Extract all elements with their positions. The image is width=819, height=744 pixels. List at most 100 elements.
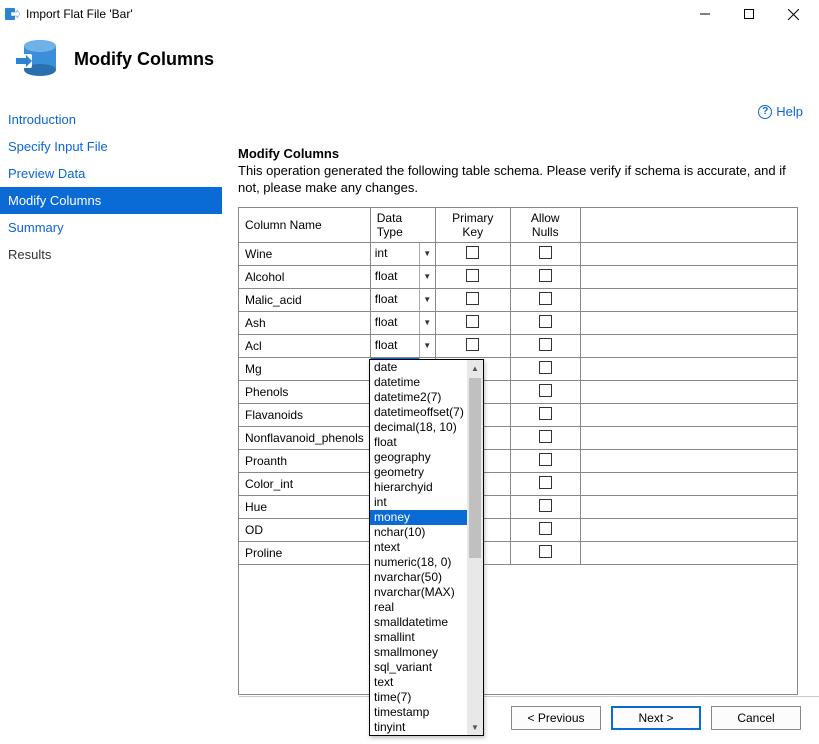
cell-column-name[interactable]: Wine xyxy=(239,242,371,265)
previous-button[interactable]: < Previous xyxy=(511,706,601,730)
dropdown-option[interactable]: datetime xyxy=(370,375,467,390)
cell-primary-key[interactable] xyxy=(435,311,510,334)
checkbox[interactable] xyxy=(539,499,552,512)
checkbox[interactable] xyxy=(539,246,552,259)
checkbox[interactable] xyxy=(466,292,479,305)
cell-primary-key[interactable] xyxy=(435,265,510,288)
close-button[interactable] xyxy=(771,0,815,28)
dropdown-option[interactable]: time(7) xyxy=(370,690,467,705)
checkbox[interactable] xyxy=(466,269,479,282)
dropdown-option[interactable]: smalldatetime xyxy=(370,615,467,630)
dropdown-option[interactable]: timestamp xyxy=(370,705,467,720)
scroll-up-arrow[interactable]: ▲ xyxy=(467,360,483,376)
cell-allow-nulls[interactable] xyxy=(510,403,580,426)
checkbox[interactable] xyxy=(539,315,552,328)
dropdown-option[interactable]: int xyxy=(370,495,467,510)
cell-allow-nulls[interactable] xyxy=(510,242,580,265)
cell-column-name[interactable]: Ash xyxy=(239,311,371,334)
checkbox[interactable] xyxy=(539,269,552,282)
dropdown-option[interactable]: tinyint xyxy=(370,720,467,735)
cell-allow-nulls[interactable] xyxy=(510,288,580,311)
cell-data-type[interactable]: int▼ xyxy=(370,242,435,265)
dropdown-option[interactable]: float xyxy=(370,435,467,450)
dropdown-option[interactable]: text xyxy=(370,675,467,690)
dropdown-option[interactable]: money xyxy=(370,510,467,525)
cell-primary-key[interactable] xyxy=(435,288,510,311)
cell-allow-nulls[interactable] xyxy=(510,449,580,472)
sidebar-item-modify-columns[interactable]: Modify Columns xyxy=(0,187,222,214)
cell-column-name[interactable]: Phenols xyxy=(239,380,371,403)
cancel-button[interactable]: Cancel xyxy=(711,706,801,730)
scroll-down-arrow[interactable]: ▼ xyxy=(467,719,483,735)
sidebar-item-results[interactable]: Results xyxy=(0,241,222,268)
checkbox[interactable] xyxy=(466,338,479,351)
checkbox[interactable] xyxy=(539,338,552,351)
cell-allow-nulls[interactable] xyxy=(510,541,580,564)
dropdown-arrow-icon[interactable]: ▼ xyxy=(419,335,435,357)
maximize-button[interactable] xyxy=(727,0,771,28)
cell-allow-nulls[interactable] xyxy=(510,426,580,449)
checkbox[interactable] xyxy=(539,522,552,535)
checkbox[interactable] xyxy=(539,384,552,397)
cell-allow-nulls[interactable] xyxy=(510,518,580,541)
cell-column-name[interactable]: Alcohol xyxy=(239,265,371,288)
dropdown-option[interactable]: sql_variant xyxy=(370,660,467,675)
cell-allow-nulls[interactable] xyxy=(510,265,580,288)
checkbox[interactable] xyxy=(539,476,552,489)
sidebar-item-specify-input-file[interactable]: Specify Input File xyxy=(0,133,222,160)
dropdown-option[interactable]: nchar(10) xyxy=(370,525,467,540)
cell-allow-nulls[interactable] xyxy=(510,357,580,380)
cell-column-name[interactable]: Color_int xyxy=(239,472,371,495)
dropdown-option[interactable]: hierarchyid xyxy=(370,480,467,495)
scroll-thumb[interactable] xyxy=(469,378,481,558)
cell-data-type[interactable]: float▼ xyxy=(370,288,435,311)
dropdown-option[interactable]: numeric(18, 0) xyxy=(370,555,467,570)
checkbox[interactable] xyxy=(539,361,552,374)
next-button[interactable]: Next > xyxy=(611,706,701,730)
dropdown-option[interactable]: date xyxy=(370,360,467,375)
checkbox[interactable] xyxy=(539,453,552,466)
cell-allow-nulls[interactable] xyxy=(510,380,580,403)
dropdown-option[interactable]: ntext xyxy=(370,540,467,555)
cell-column-name[interactable]: Proline xyxy=(239,541,371,564)
dropdown-arrow-icon[interactable]: ▼ xyxy=(419,243,435,265)
dropdown-option[interactable]: datetime2(7) xyxy=(370,390,467,405)
checkbox[interactable] xyxy=(466,246,479,259)
datatype-dropdown[interactable]: datedatetimedatetime2(7)datetimeoffset(7… xyxy=(369,359,484,736)
dropdown-option[interactable]: nvarchar(50) xyxy=(370,570,467,585)
checkbox[interactable] xyxy=(539,430,552,443)
dropdown-arrow-icon[interactable]: ▼ xyxy=(419,266,435,288)
cell-primary-key[interactable] xyxy=(435,334,510,357)
cell-column-name[interactable]: Flavanoids xyxy=(239,403,371,426)
dropdown-arrow-icon[interactable]: ▼ xyxy=(419,312,435,334)
checkbox[interactable] xyxy=(539,545,552,558)
dropdown-option[interactable]: geometry xyxy=(370,465,467,480)
cell-column-name[interactable]: Mg xyxy=(239,357,371,380)
cell-allow-nulls[interactable] xyxy=(510,472,580,495)
dropdown-option[interactable]: smallmoney xyxy=(370,645,467,660)
dropdown-option[interactable]: smallint xyxy=(370,630,467,645)
dropdown-arrow-icon[interactable]: ▼ xyxy=(419,289,435,311)
cell-column-name[interactable]: Hue xyxy=(239,495,371,518)
dropdown-option[interactable]: nvarchar(MAX) xyxy=(370,585,467,600)
checkbox[interactable] xyxy=(539,292,552,305)
sidebar-item-preview-data[interactable]: Preview Data xyxy=(0,160,222,187)
cell-allow-nulls[interactable] xyxy=(510,311,580,334)
sidebar-item-introduction[interactable]: Introduction xyxy=(0,106,222,133)
cell-allow-nulls[interactable] xyxy=(510,334,580,357)
checkbox[interactable] xyxy=(466,315,479,328)
cell-column-name[interactable]: Acl xyxy=(239,334,371,357)
dropdown-option[interactable]: geography xyxy=(370,450,467,465)
cell-allow-nulls[interactable] xyxy=(510,495,580,518)
cell-column-name[interactable]: Malic_acid xyxy=(239,288,371,311)
minimize-button[interactable] xyxy=(683,0,727,28)
cell-column-name[interactable]: Proanth xyxy=(239,449,371,472)
cell-data-type[interactable]: float▼ xyxy=(370,265,435,288)
dropdown-option[interactable]: real xyxy=(370,600,467,615)
cell-data-type[interactable]: float▼ xyxy=(370,334,435,357)
sidebar-item-summary[interactable]: Summary xyxy=(0,214,222,241)
dropdown-option[interactable]: datetimeoffset(7) xyxy=(370,405,467,420)
checkbox[interactable] xyxy=(539,407,552,420)
cell-data-type[interactable]: float▼ xyxy=(370,311,435,334)
cell-column-name[interactable]: Nonflavanoid_phenols xyxy=(239,426,371,449)
